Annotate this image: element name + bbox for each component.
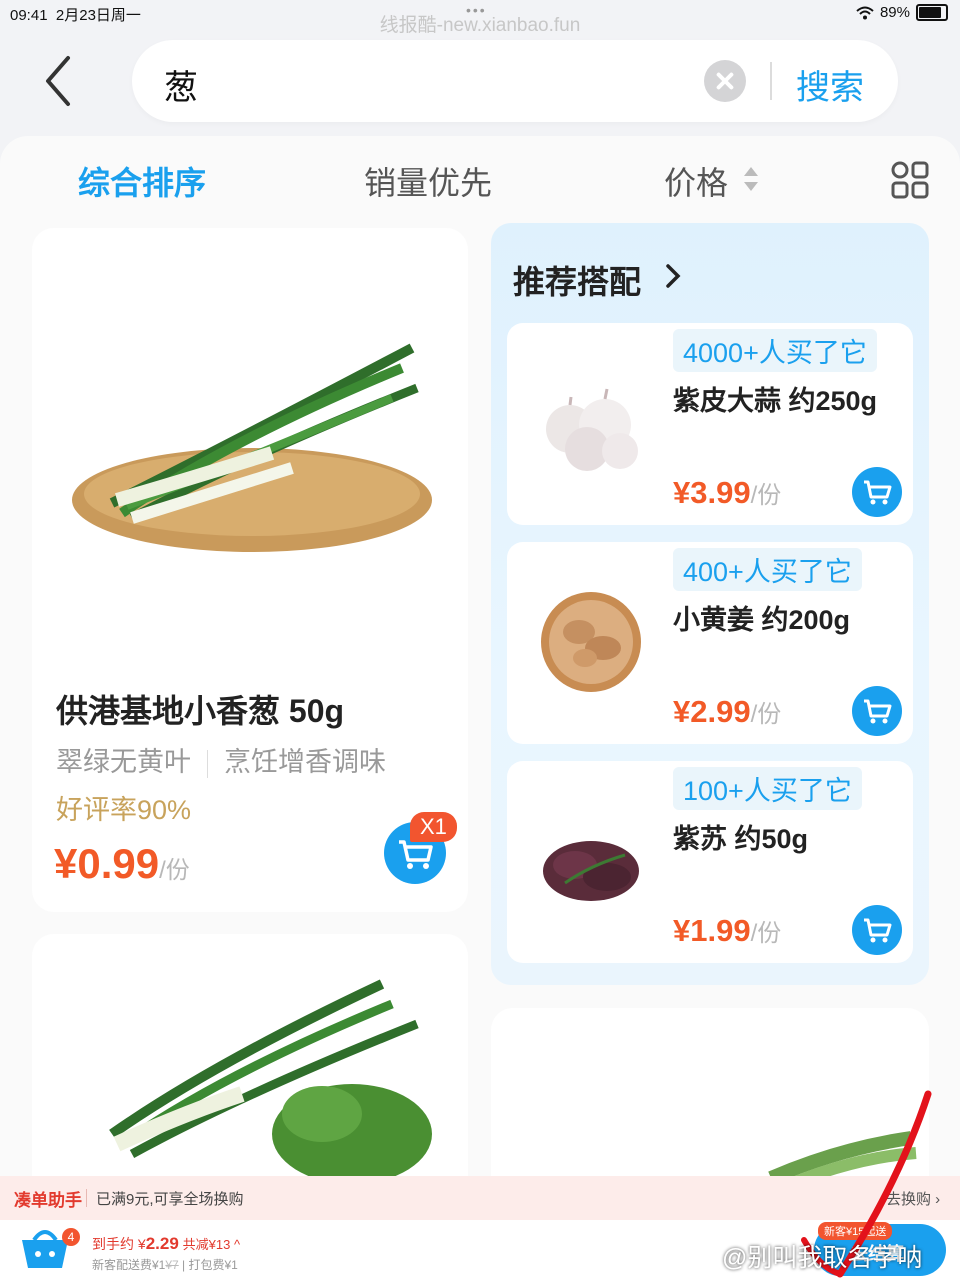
recommend-item-name: 紫皮大蒜 约250g — [673, 386, 878, 416]
recommend-title[interactable]: 推荐搭配 — [513, 257, 641, 303]
recommend-item-name: 紫苏 约50g — [673, 824, 809, 854]
discount-text[interactable]: 共减¥13 ^ — [183, 1237, 240, 1252]
search-bar[interactable]: 葱 搜索 — [132, 40, 898, 122]
clear-icon[interactable] — [704, 60, 746, 102]
recommend-item-price: ¥3.99/份 — [673, 475, 781, 511]
price-unit: /份 — [750, 482, 782, 509]
scallion-coriander-image — [109, 979, 432, 1184]
basket-count-badge: 4 — [62, 1228, 80, 1246]
total-prefix: 到手约 ¥ — [92, 1236, 146, 1252]
buyer-count-tag: 100+人买了它 — [673, 767, 862, 810]
fee-info: 新客配送费¥1¥7 | 打包费¥1 — [92, 1256, 238, 1273]
product-card[interactable]: 供港基地小香葱 50g 翠绿无黄叶 烹饪增香调味 好评率90% ¥0.99/份 X… — [32, 228, 468, 912]
price-value: ¥0.99 — [54, 840, 160, 887]
tag-cooking: 烹饪增香调味 — [224, 747, 386, 777]
recommend-item-price: ¥1.99/份 — [673, 913, 781, 949]
helper-divider — [86, 1189, 87, 1207]
product-tags: 翠绿无黄叶 烹饪增香调味 — [56, 740, 386, 779]
tab-price[interactable]: 价格 — [664, 158, 728, 204]
tag-fresh: 翠绿无黄叶 — [56, 747, 191, 777]
search-divider — [770, 62, 772, 100]
recommend-item[interactable]: 400+人买了它 小黄姜 约200g ¥2.99/份 — [507, 542, 913, 744]
price-value: ¥3.99 — [673, 475, 751, 510]
tag-divider — [207, 749, 208, 778]
scallion-image — [72, 343, 432, 552]
battery-percent: 89% — [879, 4, 910, 21]
perilla-image — [543, 841, 639, 901]
recommend-item-price: ¥2.99/份 — [673, 694, 781, 730]
cart-quantity-badge: X1 — [410, 812, 457, 842]
packing-fee: | 打包费¥1 — [178, 1258, 238, 1272]
chevron-right-icon[interactable] — [663, 261, 683, 291]
multitask-dots[interactable]: ••• — [466, 2, 487, 18]
status-right: 89% — [856, 4, 948, 21]
back-chevron-icon[interactable] — [40, 52, 84, 110]
product-price: ¥0.99/份 — [54, 840, 190, 888]
search-input[interactable]: 葱 — [164, 60, 198, 109]
delivery-fee: 新客配送费¥1 — [92, 1258, 166, 1272]
product-title: 供港基地小香葱 50g — [56, 693, 345, 729]
sort-arrows-icon[interactable] — [742, 164, 760, 194]
wifi-icon — [856, 6, 874, 19]
recommend-item-name: 小黄姜 约200g — [673, 605, 851, 635]
recommend-item[interactable]: 4000+人买了它 紫皮大蒜 约250g ¥3.99/份 — [507, 323, 913, 525]
total-amount: 2.29 — [145, 1234, 179, 1253]
rating-text: 好评率90% — [56, 795, 192, 825]
tab-sales[interactable]: 销量优先 — [364, 158, 492, 204]
ginger-image — [541, 592, 641, 692]
status-bar: 09:41 2月23日周一 线报酷-new.xianbao.fun ••• 89… — [0, 0, 960, 36]
weibo-watermark: @别叫我取名字呐 — [722, 1244, 923, 1272]
cart-icon — [864, 480, 892, 505]
total-price: 到手约 ¥2.29 共减¥13 ^ — [92, 1234, 240, 1254]
price-unit: /份 — [750, 920, 782, 947]
add-to-cart-button[interactable] — [852, 905, 902, 955]
helper-title: 凑单助手 — [14, 1191, 82, 1210]
sort-bar: 综合排序 销量优先 价格 — [0, 150, 960, 220]
add-to-cart-button[interactable] — [852, 686, 902, 736]
recommend-panel: 推荐搭配 4000+人买了它 紫皮大蒜 约250g ¥3.99/份 400+人买… — [491, 223, 929, 985]
cart-icon — [864, 699, 892, 724]
garlic-image — [546, 388, 638, 471]
original-fee: ¥7 — [165, 1258, 179, 1272]
recommend-item[interactable]: 100+人买了它 紫苏 约50g ¥1.99/份 — [507, 761, 913, 963]
price-value: ¥2.99 — [673, 694, 751, 729]
add-to-cart-button[interactable] — [852, 467, 902, 517]
buyer-count-tag: 400+人买了它 — [673, 548, 862, 591]
buyer-count-tag: 4000+人买了它 — [673, 329, 877, 372]
tab-comprehensive[interactable]: 综合排序 — [78, 158, 206, 204]
price-unit: /份 — [750, 701, 782, 728]
battery-icon — [916, 4, 948, 21]
price-value: ¥1.99 — [673, 913, 751, 948]
helper-message: 已满9元,可享全场换购 — [96, 1191, 244, 1208]
search-button[interactable]: 搜索 — [796, 60, 864, 109]
price-unit: /份 — [159, 857, 190, 884]
cart-icon — [864, 918, 892, 943]
layout-grid-icon[interactable] — [890, 160, 930, 200]
